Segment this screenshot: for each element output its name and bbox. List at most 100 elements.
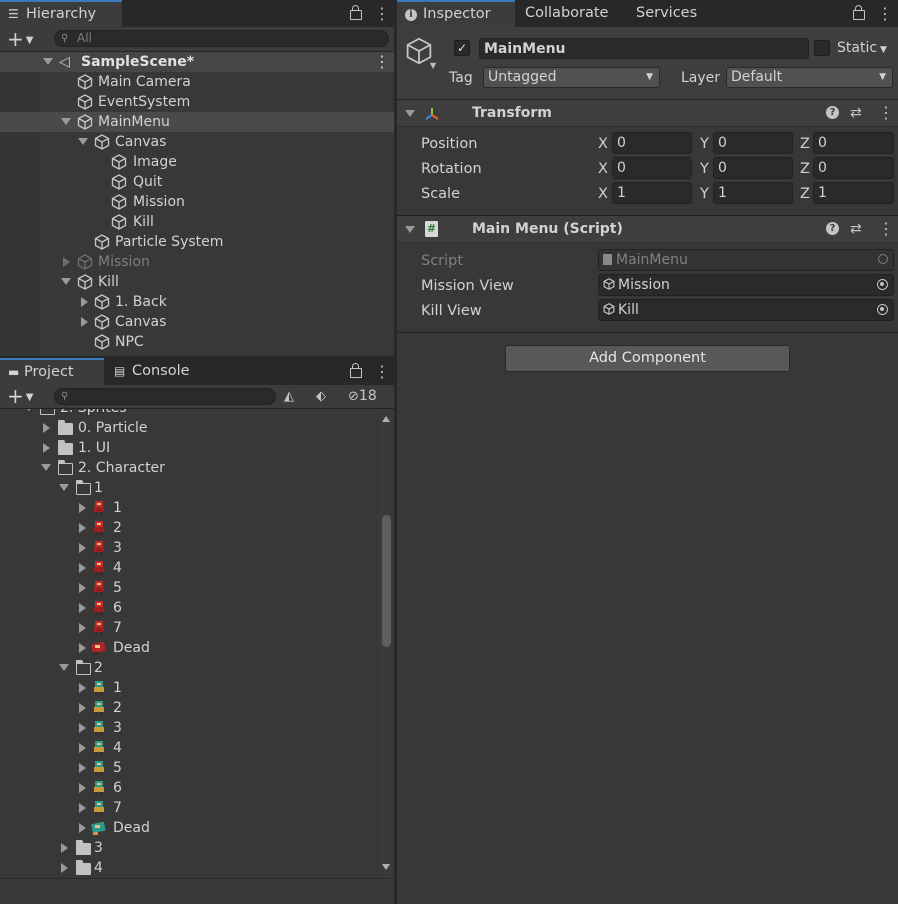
collapse-arrow-icon[interactable] [43,443,50,453]
hierarchy-item-selected[interactable]: MainMenu [0,112,394,132]
collapse-arrow-icon[interactable] [79,743,86,753]
hierarchy-search-input[interactable]: ⚲ All [54,30,389,47]
sprite-asset-item[interactable]: 1 [0,498,378,518]
hierarchy-item[interactable]: 1. Back [0,292,394,312]
icon-dropdown-arrow-icon[interactable]: ▼ [430,61,436,70]
project-folder-item[interactable]: 1 [0,478,378,498]
scene-more-icon[interactable]: ⋮ [374,52,390,72]
hierarchy-item-inactive[interactable]: Mission [0,252,394,272]
scene-row[interactable]: ◁ SampleScene* ⋮ [0,52,394,72]
collapse-arrow-icon[interactable] [79,643,86,653]
scroll-down-arrow-icon[interactable] [382,864,390,870]
position-x-field[interactable]: 0 [612,132,692,154]
project-folder-item[interactable]: 4 [0,858,378,877]
scrollbar-thumb[interactable] [382,515,391,647]
collapse-arrow-icon[interactable] [81,317,88,327]
sprite-asset-item[interactable]: 5 [0,578,378,598]
kill-view-field[interactable]: Kill [598,299,894,321]
position-y-field[interactable]: 0 [713,132,793,154]
expand-arrow-icon[interactable] [405,226,415,233]
sprite-asset-item[interactable]: 2 [0,698,378,718]
collapse-arrow-icon[interactable] [43,423,50,433]
filter-by-type-icon[interactable]: ◭ [284,385,304,408]
tag-dropdown[interactable]: Untagged ▼ [483,67,660,88]
sprite-asset-item[interactable]: 7 [0,798,378,818]
tab-collaborate[interactable]: Collaborate [517,0,618,27]
lock-icon[interactable] [853,5,865,20]
transform-component-header[interactable]: Transform ? ⇄ ⋮ [397,100,898,127]
create-dropdown-button[interactable]: + ▼ [7,384,41,408]
collapse-arrow-icon[interactable] [79,703,86,713]
expand-arrow-icon[interactable] [61,278,71,285]
sprite-asset-item[interactable]: 4 [0,558,378,578]
layer-dropdown[interactable]: Default ▼ [726,67,893,88]
rotation-x-field[interactable]: 0 [612,157,692,179]
sprite-asset-item[interactable]: 6 [0,598,378,618]
rotation-y-field[interactable]: 0 [713,157,793,179]
collapse-arrow-icon[interactable] [79,603,86,613]
hierarchy-item[interactable]: Quit [0,172,394,192]
rotation-z-field[interactable]: 0 [813,157,894,179]
filter-by-label-icon[interactable]: ⬖ [316,385,336,408]
sprite-asset-item[interactable]: 6 [0,778,378,798]
object-picker-icon[interactable] [877,304,888,315]
collapse-arrow-icon[interactable] [63,257,70,267]
scale-z-field[interactable]: 1 [813,182,894,204]
hierarchy-item[interactable]: Canvas [0,312,394,332]
expand-arrow-icon[interactable] [61,118,71,125]
hierarchy-item[interactable]: Canvas [0,132,394,152]
collapse-arrow-icon[interactable] [61,843,68,853]
collapse-arrow-icon[interactable] [81,297,88,307]
help-icon[interactable]: ? [826,106,839,119]
object-name-input[interactable]: MainMenu [479,38,809,59]
tab-hierarchy[interactable]: ☰ Hierarchy [0,0,122,27]
expand-arrow-icon[interactable] [59,484,69,491]
scale-y-field[interactable]: 1 [713,182,793,204]
hierarchy-item[interactable]: Image [0,152,394,172]
tab-console[interactable]: ▤ Console [106,358,200,385]
collapse-arrow-icon[interactable] [79,723,86,733]
static-dropdown[interactable]: Static ▼ [837,38,897,58]
static-checkbox[interactable] [814,40,830,56]
sprite-asset-item[interactable]: Dead [0,638,378,658]
help-icon[interactable]: ? [826,222,839,235]
collapse-arrow-icon[interactable] [79,783,86,793]
collapse-arrow-icon[interactable] [79,823,86,833]
project-folder-item[interactable]: 1. UI [0,438,378,458]
collapse-arrow-icon[interactable] [79,523,86,533]
sprite-asset-item[interactable]: 1 [0,678,378,698]
preset-icon[interactable]: ⇄ [850,100,862,126]
more-options-icon[interactable]: ⋮ [877,6,893,22]
tab-project[interactable]: ▬ Project [0,358,104,385]
active-checkbox[interactable]: ✓ [454,40,470,56]
expand-arrow-icon[interactable] [41,464,51,471]
add-component-button[interactable]: Add Component [505,345,790,372]
script-component-header[interactable]: # Main Menu (Script) ? ⇄ ⋮ [397,216,898,243]
collapse-arrow-icon[interactable] [79,543,86,553]
preset-icon[interactable]: ⇄ [850,216,862,242]
project-search-input[interactable]: ⚲ [54,388,276,405]
hidden-packages-toggle[interactable]: ⊘18 [348,385,392,408]
scale-x-field[interactable]: 1 [612,182,692,204]
collapse-arrow-icon[interactable] [79,763,86,773]
sprite-asset-item[interactable]: 5 [0,758,378,778]
more-options-icon[interactable]: ⋮ [374,6,390,22]
sprite-asset-item[interactable]: Dead [0,818,378,838]
create-dropdown-button[interactable]: + ▼ [7,27,41,51]
component-more-icon[interactable]: ⋮ [878,100,894,126]
more-options-icon[interactable]: ⋮ [374,364,390,380]
tab-inspector[interactable]: i Inspector [397,0,515,27]
hierarchy-item[interactable]: Kill [0,212,394,232]
project-folder-item[interactable]: 3 [0,838,378,858]
sprite-asset-item[interactable]: 7 [0,618,378,638]
component-more-icon[interactable]: ⋮ [878,216,894,242]
expand-arrow-icon[interactable] [78,138,88,145]
tab-services[interactable]: Services [628,0,707,27]
collapse-arrow-icon[interactable] [79,583,86,593]
mission-view-field[interactable]: Mission [598,274,894,296]
sprite-asset-item[interactable]: 3 [0,538,378,558]
hierarchy-item[interactable]: Particle System [0,232,394,252]
collapse-arrow-icon[interactable] [79,563,86,573]
expand-arrow-icon[interactable] [43,58,53,65]
position-z-field[interactable]: 0 [813,132,894,154]
